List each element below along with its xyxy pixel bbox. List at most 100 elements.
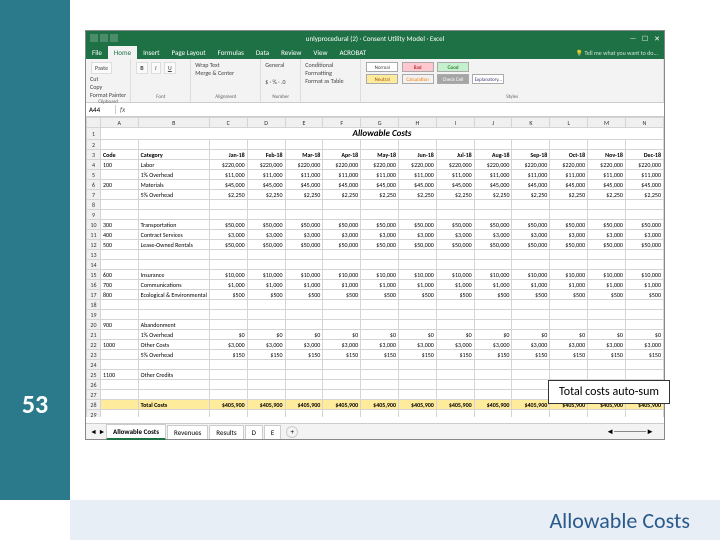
empty-cell[interactable]: [512, 310, 550, 320]
empty-cell[interactable]: [100, 300, 138, 310]
empty-cell[interactable]: [209, 390, 247, 400]
cell-value[interactable]: [209, 320, 247, 330]
cell-value[interactable]: $10,000: [512, 270, 550, 280]
undo-icon[interactable]: [100, 34, 108, 42]
ribbon-tab-page-layout[interactable]: Page Layout: [166, 46, 212, 59]
cell-value[interactable]: $3,000: [209, 230, 247, 240]
ribbon-tab-view[interactable]: View: [307, 46, 333, 59]
cell-value[interactable]: $11,000: [474, 170, 512, 180]
empty-cell[interactable]: [285, 300, 323, 310]
column-header[interactable]: G: [361, 118, 399, 128]
empty-cell[interactable]: [436, 200, 474, 210]
cell-value[interactable]: $50,000: [436, 220, 474, 230]
cell-value[interactable]: $10,000: [247, 270, 285, 280]
empty-cell[interactable]: [512, 260, 550, 270]
empty-cell[interactable]: [550, 260, 588, 270]
cell-value[interactable]: $1,000: [550, 280, 588, 290]
empty-cell[interactable]: [436, 390, 474, 400]
cell-value[interactable]: $11,000: [550, 170, 588, 180]
column-header[interactable]: D: [247, 118, 285, 128]
cell-value[interactable]: [625, 370, 663, 380]
empty-cell[interactable]: [323, 210, 361, 220]
empty-cell[interactable]: [588, 210, 626, 220]
cell-value[interactable]: $2,250: [323, 190, 361, 200]
ribbon-tab-home[interactable]: Home: [108, 46, 137, 59]
cell-value[interactable]: $220,000: [285, 160, 323, 170]
empty-cell[interactable]: [436, 140, 474, 150]
cell-value[interactable]: $50,000: [436, 240, 474, 250]
cell-category[interactable]: Abandonment: [138, 320, 209, 330]
empty-cell[interactable]: [247, 260, 285, 270]
cell-value[interactable]: $10,000: [209, 270, 247, 280]
cell-value[interactable]: $2,250: [209, 190, 247, 200]
cell-value[interactable]: [550, 370, 588, 380]
cell-value[interactable]: $0: [474, 330, 512, 340]
cell-value[interactable]: $220,000: [323, 160, 361, 170]
empty-cell[interactable]: [285, 310, 323, 320]
empty-cell[interactable]: [588, 260, 626, 270]
empty-cell[interactable]: [361, 380, 399, 390]
cell-value[interactable]: [209, 370, 247, 380]
cell-code[interactable]: [100, 190, 138, 200]
cell-code[interactable]: 1100: [100, 370, 138, 380]
cell-value[interactable]: $3,000: [550, 230, 588, 240]
cell-value[interactable]: $1,000: [436, 280, 474, 290]
empty-cell[interactable]: [588, 300, 626, 310]
underline-button[interactable]: U: [164, 62, 176, 74]
row-header[interactable]: 15: [87, 270, 101, 280]
cell-value[interactable]: $11,000: [512, 170, 550, 180]
maximize-icon[interactable]: ☐: [640, 33, 650, 43]
cell-value[interactable]: [474, 370, 512, 380]
cell-value[interactable]: [399, 370, 437, 380]
cell-value[interactable]: $10,000: [361, 270, 399, 280]
cell-value[interactable]: $220,000: [361, 160, 399, 170]
empty-cell[interactable]: [399, 250, 437, 260]
cell-value[interactable]: $3,000: [323, 340, 361, 350]
empty-cell[interactable]: [474, 410, 512, 418]
empty-cell[interactable]: [512, 140, 550, 150]
ribbon-tab-formulas[interactable]: Formulas: [212, 46, 250, 59]
empty-cell[interactable]: [100, 140, 138, 150]
empty-cell[interactable]: [247, 250, 285, 260]
cell-value[interactable]: $2,250: [361, 190, 399, 200]
cell-value[interactable]: $3,000: [361, 340, 399, 350]
cell-code[interactable]: [100, 350, 138, 360]
cell-value[interactable]: $500: [361, 290, 399, 300]
redo-icon[interactable]: [110, 34, 118, 42]
cell-value[interactable]: $45,000: [361, 180, 399, 190]
cell-value[interactable]: $45,000: [550, 180, 588, 190]
cell-value[interactable]: $50,000: [361, 220, 399, 230]
cell-code[interactable]: 100: [100, 160, 138, 170]
empty-cell[interactable]: [323, 410, 361, 418]
cell-value[interactable]: [512, 320, 550, 330]
empty-cell[interactable]: [625, 260, 663, 270]
empty-cell[interactable]: [361, 390, 399, 400]
cell-value[interactable]: [436, 370, 474, 380]
cell-category[interactable]: Labor: [138, 160, 209, 170]
cell-value[interactable]: $2,250: [399, 190, 437, 200]
cell-code[interactable]: 700: [100, 280, 138, 290]
empty-cell[interactable]: [138, 300, 209, 310]
cell-code[interactable]: 800: [100, 290, 138, 300]
empty-cell[interactable]: [474, 140, 512, 150]
empty-cell[interactable]: [550, 140, 588, 150]
cell-value[interactable]: [247, 320, 285, 330]
cell-value[interactable]: $500: [285, 290, 323, 300]
empty-cell[interactable]: [361, 200, 399, 210]
cell-code[interactable]: 900: [100, 320, 138, 330]
row-header[interactable]: 12: [87, 240, 101, 250]
empty-cell[interactable]: [474, 260, 512, 270]
empty-cell[interactable]: [474, 390, 512, 400]
empty-cell[interactable]: [138, 200, 209, 210]
column-header[interactable]: F: [323, 118, 361, 128]
cell-value[interactable]: $45,000: [209, 180, 247, 190]
cell-value[interactable]: $50,000: [323, 220, 361, 230]
empty-cell[interactable]: [436, 210, 474, 220]
cell-value[interactable]: $1,000: [247, 280, 285, 290]
cell-style-bad[interactable]: Bad: [402, 62, 434, 72]
cell-value[interactable]: $2,250: [285, 190, 323, 200]
cell-value[interactable]: $50,000: [285, 220, 323, 230]
quick-access-toolbar[interactable]: [90, 34, 118, 42]
cell-code[interactable]: 400: [100, 230, 138, 240]
empty-cell[interactable]: [399, 360, 437, 370]
